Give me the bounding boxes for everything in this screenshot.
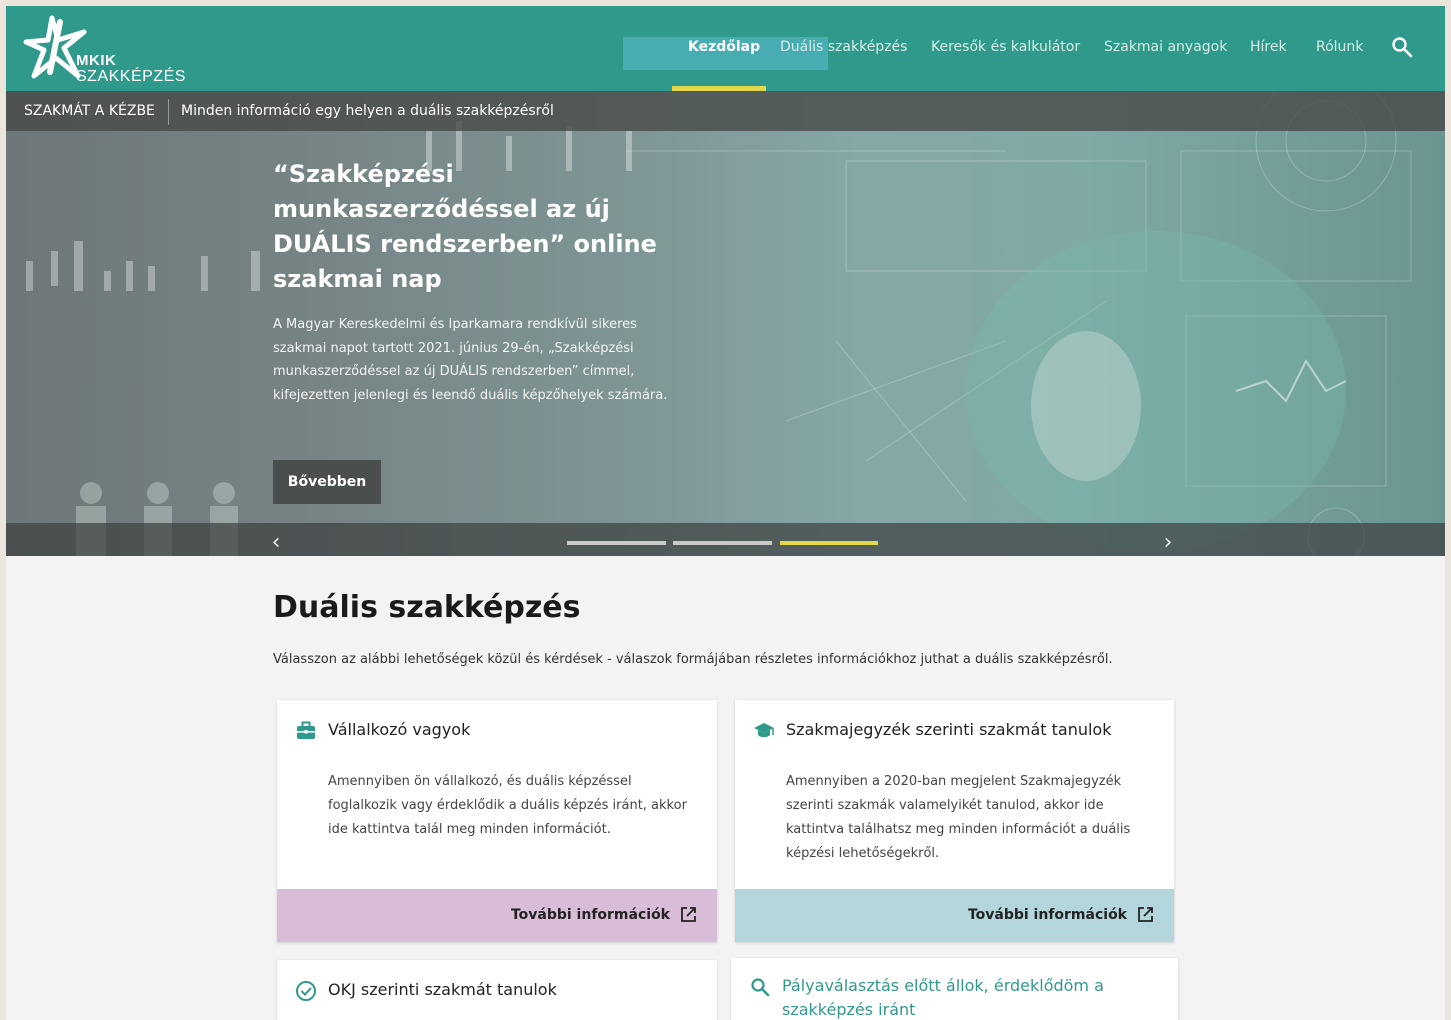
briefcase-icon <box>297 721 315 739</box>
logo-text-mkik: MKIK <box>76 52 117 69</box>
carousel-indicator-3[interactable] <box>780 541 878 545</box>
external-link-icon <box>1138 907 1153 922</box>
chevron-left-icon[interactable]: ‹ <box>266 532 286 554</box>
card-title: OKJ szerinti szakmát tanulok <box>328 980 557 999</box>
chevron-right-icon[interactable]: › <box>1158 532 1178 554</box>
logo-text-szakkepzes: SZAKKÉPZÉS <box>76 68 186 85</box>
card-text: Amennyiben ön vállalkozó, és duális képz… <box>328 774 687 837</box>
more-button[interactable]: Bővebben <box>273 460 381 504</box>
top-navigation-bar: MKIK SZAKKÉPZÉS Kezdőlap Duális szakképz… <box>6 6 1445 91</box>
card-palyavalasztas[interactable]: Pályaválasztás előtt állok, érdeklődöm a… <box>731 958 1178 1020</box>
hero-title: “Szakképzési munkaszerződéssel az új DUÁ… <box>273 160 657 293</box>
card-title: Pályaválasztás előtt állok, érdeklődöm a… <box>782 976 1104 1019</box>
card-footer: További információk <box>735 889 1174 942</box>
external-link-icon <box>681 907 696 922</box>
card-title: Vállalkozó vagyok <box>328 720 471 739</box>
card-text: Amennyiben a 2020-ban megjelent Szakmaje… <box>786 774 1131 861</box>
more-info-link[interactable]: További információk <box>511 906 697 923</box>
more-info-label: További információk <box>967 906 1127 923</box>
card-footer: További információk <box>277 889 717 942</box>
tagline-divider <box>168 99 169 125</box>
section-title: Duális szakképzés <box>273 590 581 625</box>
hero-tagline-bar: SZAKMÁT A KÉZBE Minden információ egy he… <box>6 91 1445 131</box>
nav-item-dualis-szakkepzes[interactable]: Duális szakképzés <box>780 39 907 59</box>
nav-item-szakmai-anyagok[interactable]: Szakmai anyagok <box>1104 39 1227 59</box>
tagline-text: Minden információ egy helyen a duális sz… <box>181 103 554 119</box>
carousel-indicator-2[interactable] <box>673 541 772 545</box>
hero-carousel: SZAKMÁT A KÉZBE Minden információ egy he… <box>6 91 1445 556</box>
nav-item-kezdolap[interactable]: Kezdőlap <box>688 39 760 59</box>
nav-item-rolunk[interactable]: Rólunk <box>1316 39 1363 59</box>
graduation-cap-icon <box>754 723 774 738</box>
more-info-link[interactable]: További információk <box>968 906 1154 923</box>
page-frame: MKIK SZAKKÉPZÉS Kezdőlap Duális szakképz… <box>6 6 1445 1020</box>
card-title: Szakmajegyzék szerinti szakmát tanulok <box>786 720 1112 739</box>
hero-background-image <box>26 91 1412 556</box>
nav-item-keresok-kalkulator[interactable]: Keresők és kalkulátor <box>931 39 1080 59</box>
card-szakmajegyzek[interactable]: Szakmajegyzék szerinti szakmát tanulok A… <box>735 700 1174 942</box>
search-icon[interactable] <box>1390 35 1414 59</box>
more-info-label: További információk <box>510 906 670 923</box>
search-icon <box>751 978 770 997</box>
card-vallalkozo[interactable]: Vállalkozó vagyok Amennyiben ön vállalko… <box>277 700 717 942</box>
carousel-indicator-1[interactable] <box>567 541 666 545</box>
tagline-label: SZAKMÁT A KÉZBE <box>24 103 155 119</box>
section-subtitle: Válasszon az alábbi lehetőségek közül és… <box>273 652 1113 667</box>
check-circle-icon <box>296 981 316 1001</box>
card-okj[interactable]: OKJ szerinti szakmát tanulok <box>277 960 717 1020</box>
site-logo[interactable]: MKIK SZAKKÉPZÉS <box>22 14 222 85</box>
carousel-controls-bar <box>6 523 1445 556</box>
hero-description: A Magyar Kereskedelmi és Iparkamara rend… <box>273 317 668 403</box>
nav-item-hirek[interactable]: Hírek <box>1250 39 1287 59</box>
